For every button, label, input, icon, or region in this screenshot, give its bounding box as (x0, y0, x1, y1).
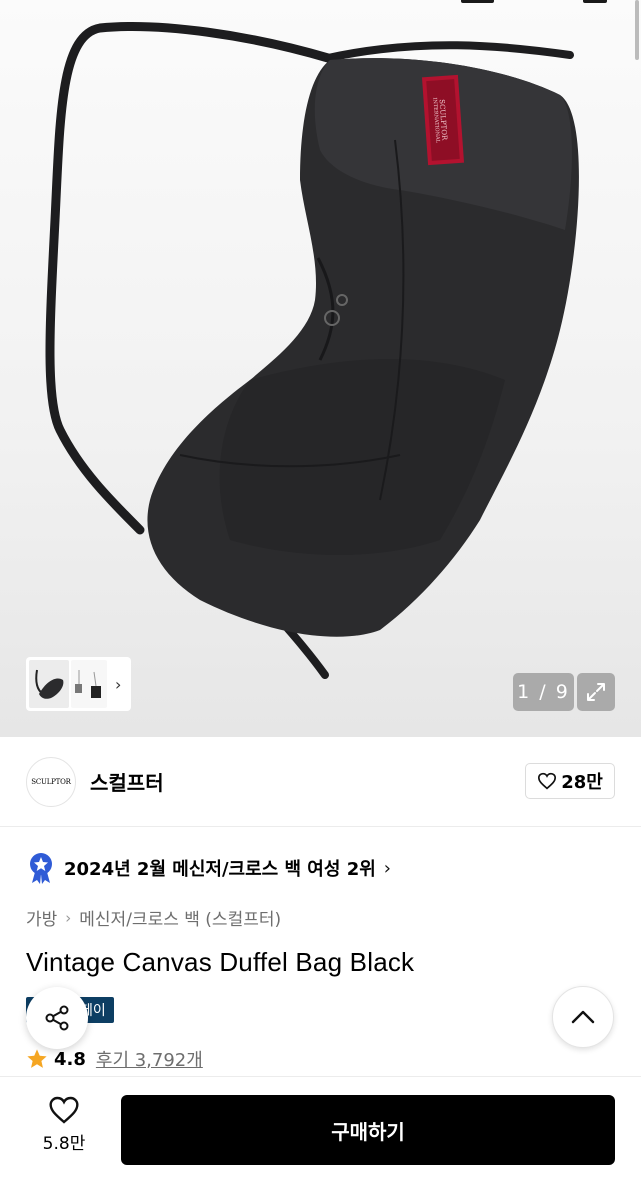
brand-logo[interactable]: SCULPTOR (26, 757, 76, 807)
brand-row: SCULPTOR 스컬프터 28만 (0, 737, 641, 827)
share-button[interactable] (26, 987, 88, 1049)
scroll-to-top-button[interactable] (552, 986, 614, 1048)
star-icon (27, 1049, 47, 1068)
product-title: Vintage Canvas Duffel Bag Black (26, 947, 415, 977)
chevron-up-icon (571, 1010, 595, 1024)
bag-brand-label: SCULPTOR INTERNATIONAL (399, 97, 482, 143)
brand-name[interactable]: 스컬프터 (90, 767, 164, 796)
breadcrumb-item[interactable]: 가방 (26, 905, 57, 930)
expand-icon (587, 683, 605, 701)
thumbnail-strip[interactable]: › (26, 657, 131, 711)
like-button[interactable]: 5.8만 (26, 1095, 102, 1154)
thumbnail[interactable] (71, 660, 107, 708)
brand-like-count: 28만 (561, 772, 603, 793)
bag-photo (45, 22, 579, 679)
share-icon (45, 1005, 69, 1031)
thumbnail-active[interactable] (29, 660, 69, 708)
rating-score: 4.8 (54, 1048, 86, 1070)
rating-row: 4.8 후기 3,792개 (26, 1046, 203, 1072)
like-count: 5.8만 (42, 1134, 86, 1154)
breadcrumb-item[interactable]: 메신저/크로스 백 (스컬프터) (79, 905, 281, 930)
chevron-right-icon: › (383, 857, 391, 879)
buy-button[interactable]: 구매하기 (121, 1095, 615, 1165)
image-counter: 1 / 9 (513, 673, 574, 711)
brand-logo-text: SCULPTOR (31, 778, 71, 786)
product-image-gallery[interactable]: SCULPTOR INTERNATIONAL › 1 / 9 (0, 0, 641, 737)
review-count-link[interactable]: 후기 3,792개 (96, 1046, 203, 1072)
chevron-right-icon[interactable]: › (115, 675, 121, 694)
brand-like-button[interactable]: 28만 (525, 763, 615, 799)
breadcrumb: 가방 › 메신저/크로스 백 (스컬프터) (26, 905, 281, 931)
ranking-banner[interactable]: 2024년 2월 메신저/크로스 백 여성 2위 › (28, 852, 391, 884)
expand-button[interactable] (577, 673, 615, 711)
heart-icon (538, 772, 557, 790)
bottom-action-bar: 5.8만 구매하기 (0, 1076, 641, 1200)
ranking-text: 2024년 2월 메신저/크로스 백 여성 2위 (64, 859, 376, 880)
chevron-right-icon: › (65, 908, 72, 927)
medal-icon (30, 853, 52, 884)
heart-icon (49, 1096, 79, 1124)
